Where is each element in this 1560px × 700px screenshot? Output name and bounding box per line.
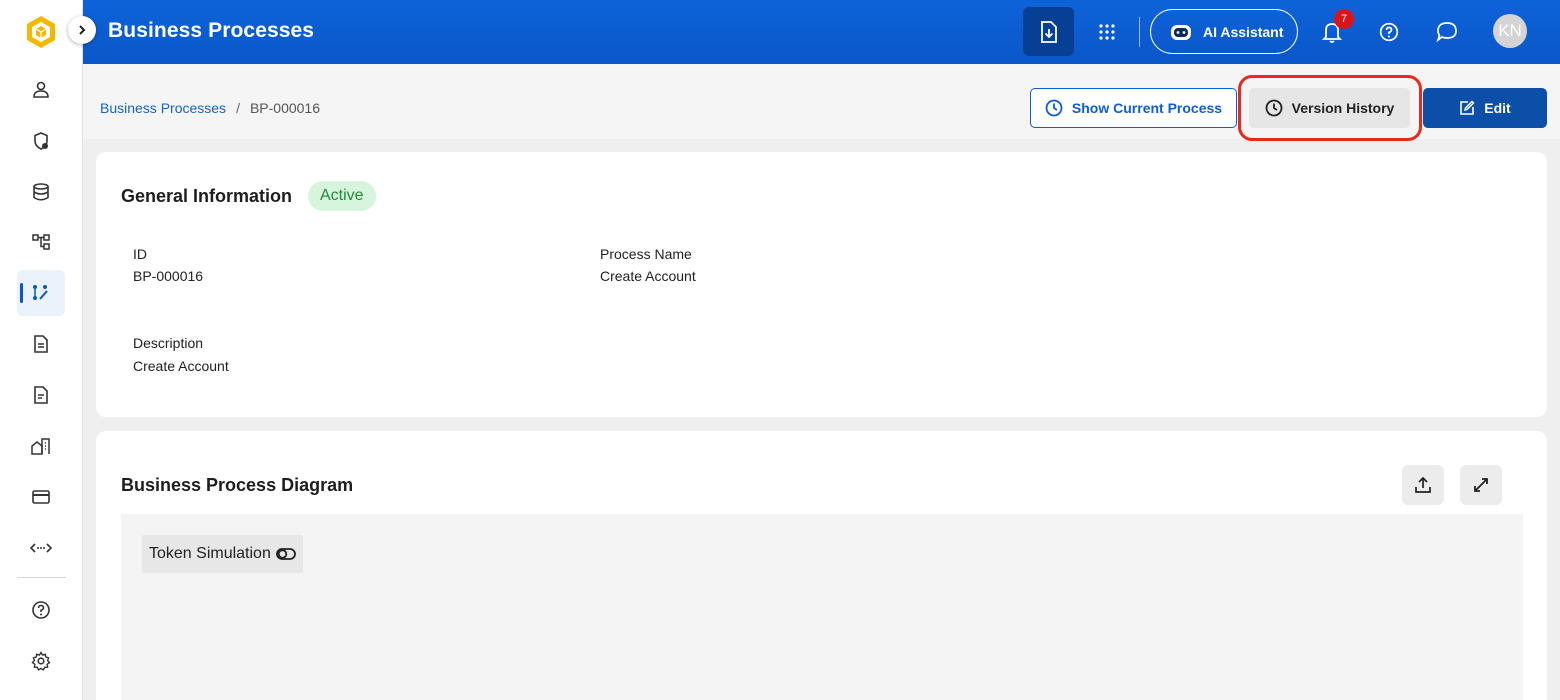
- help-button[interactable]: [1375, 18, 1403, 46]
- sidebar-item-documents[interactable]: [17, 321, 65, 367]
- sidebar-item-organization[interactable]: [17, 423, 65, 469]
- sidebar: [0, 0, 83, 700]
- grid-dots-icon: [1099, 24, 1115, 40]
- process-name-label: Process Name: [600, 246, 692, 262]
- document-icon: [34, 335, 48, 353]
- general-information-title: General Information: [121, 186, 293, 206]
- sidebar-item-files[interactable]: [17, 372, 65, 418]
- page-title: Business Processes: [108, 19, 315, 42]
- app-logo[interactable]: [25, 15, 57, 49]
- api-icon: [30, 543, 52, 553]
- process-name-value: Create Account: [600, 268, 696, 284]
- breadcrumb: Business Processes / BP-000016: [100, 100, 320, 116]
- sidebar-item-business-processes[interactable]: [17, 270, 65, 316]
- description-label: Description: [133, 335, 204, 351]
- robot-icon: [1171, 24, 1191, 40]
- sidebar-item-data[interactable]: [17, 169, 65, 215]
- show-current-process-label: Show Current Process: [1071, 100, 1223, 116]
- highlight-annotation: [1238, 75, 1422, 141]
- download-button[interactable]: [1023, 7, 1074, 56]
- toggle-icon: [275, 548, 296, 560]
- fullscreen-button[interactable]: [1460, 465, 1502, 505]
- sidebar-item-settings[interactable]: [17, 638, 65, 684]
- sidebar-item-security[interactable]: [17, 118, 65, 164]
- expand-icon: [1474, 478, 1488, 492]
- top-header: Business Processes AI Assistant 7 KN: [83, 0, 1560, 64]
- edit-icon: [1460, 100, 1475, 115]
- settings-icon: [31, 651, 51, 671]
- sidebar-item-users[interactable]: [17, 67, 65, 113]
- user-icon: [33, 81, 49, 98]
- sidebar-item-api[interactable]: [17, 525, 65, 571]
- database-icon: [33, 183, 49, 201]
- diagram-canvas[interactable]: Token Simulation: [121, 514, 1523, 700]
- chat-bubble-icon: [1436, 22, 1457, 43]
- edit-button[interactable]: Edit: [1423, 88, 1547, 128]
- upload-diagram-button[interactable]: [1402, 465, 1444, 505]
- apps-grid-button[interactable]: [1093, 18, 1121, 46]
- id-value: BP-000016: [133, 268, 204, 284]
- ai-assistant-button[interactable]: AI Assistant: [1150, 9, 1298, 54]
- diagram-title: Business Process Diagram: [121, 475, 354, 495]
- shield-icon: [34, 132, 48, 150]
- id-label: ID: [133, 246, 147, 262]
- sidebar-item-help[interactable]: [17, 587, 65, 633]
- description-value: Create Account: [133, 358, 229, 374]
- clock-icon: [1045, 99, 1063, 117]
- token-simulation-label: Token Simulation: [149, 545, 271, 562]
- building-icon: [31, 438, 50, 455]
- ai-assistant-label: AI Assistant: [1203, 23, 1284, 40]
- edit-label: Edit: [1484, 100, 1511, 116]
- chat-button[interactable]: [1433, 18, 1461, 46]
- breadcrumb-separator: /: [236, 100, 240, 116]
- status-badge: Active: [308, 181, 376, 211]
- header-divider: [1139, 17, 1140, 47]
- sidebar-item-billing[interactable]: [17, 474, 65, 520]
- file-icon: [34, 386, 48, 404]
- sidebar-item-hierarchy[interactable]: [17, 219, 65, 265]
- breadcrumb-parent-link[interactable]: Business Processes: [100, 100, 226, 116]
- card-icon: [32, 490, 50, 504]
- token-simulation-toggle[interactable]: Token Simulation: [142, 535, 303, 573]
- hierarchy-icon: [32, 234, 50, 250]
- business-process-diagram-card: Business Process Diagram Token Simulatio…: [96, 431, 1547, 700]
- user-avatar[interactable]: KN: [1493, 14, 1527, 48]
- help-icon: [32, 601, 50, 619]
- sidebar-divider: [17, 577, 66, 578]
- chevron-right-icon: [79, 25, 86, 35]
- general-information-card: General Information Active ID BP-000016 …: [96, 152, 1547, 417]
- notification-count-badge: 7: [1334, 9, 1354, 29]
- show-current-process-button[interactable]: Show Current Process: [1030, 88, 1237, 128]
- help-circle-icon: [1379, 22, 1399, 42]
- file-download-icon: [1040, 20, 1057, 43]
- breadcrumb-current: BP-000016: [249, 100, 321, 116]
- sidebar-expand-button[interactable]: [68, 16, 96, 44]
- upload-icon: [1415, 476, 1431, 493]
- process-flow-icon: [33, 285, 48, 300]
